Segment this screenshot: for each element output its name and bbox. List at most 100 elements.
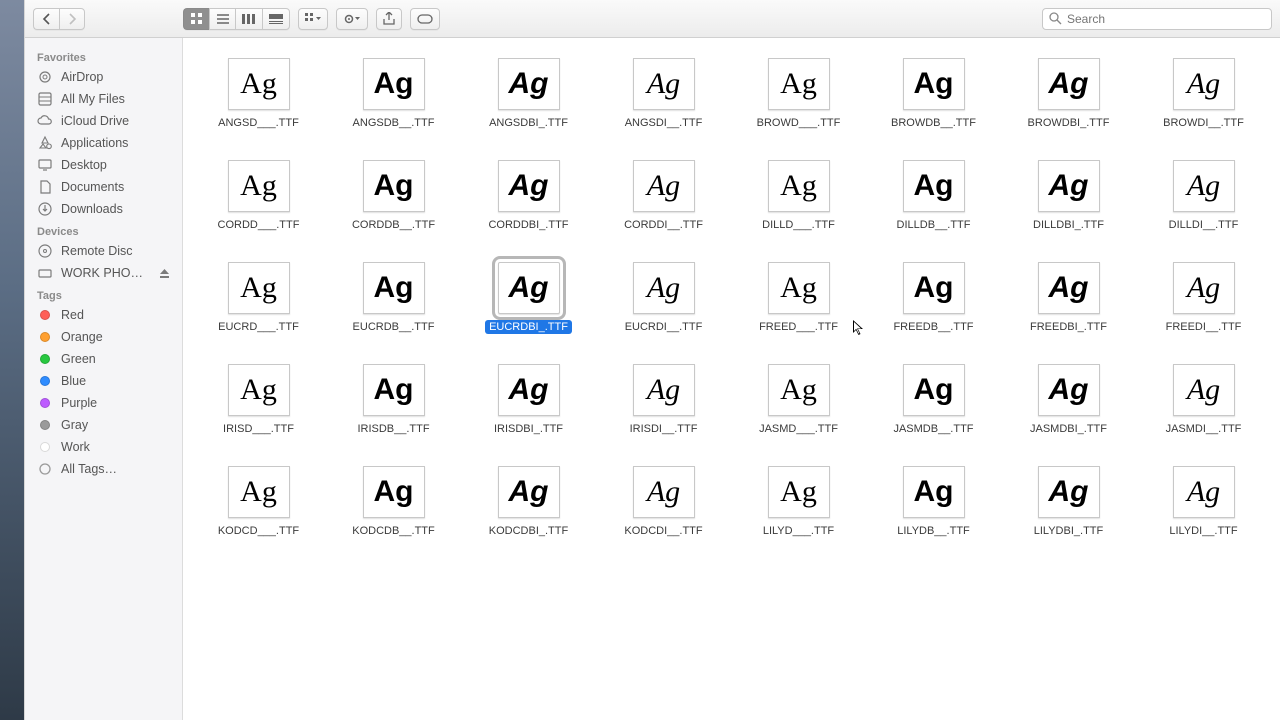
file-name: JASMDBI_.TTF	[1026, 422, 1111, 436]
sidebar-item-work-pho-[interactable]: WORK PHO…	[25, 262, 182, 284]
file-item[interactable]: AgJASMDBI_.TTF	[1001, 364, 1136, 436]
file-item[interactable]: AgBROWDB__.TTF	[866, 58, 1001, 130]
file-item[interactable]: AgLILYDBI_.TTF	[1001, 466, 1136, 538]
list-view-button[interactable]	[209, 8, 235, 30]
file-item[interactable]: AgFREEDI__.TTF	[1136, 262, 1271, 334]
file-item[interactable]: AgANGSDB__.TTF	[326, 58, 461, 130]
sidebar-item-blue[interactable]: Blue	[25, 370, 182, 392]
file-item[interactable]: Ag EUCRDBI_.TTF	[461, 262, 596, 334]
column-view-button[interactable]	[235, 8, 262, 30]
file-item[interactable]: AgDILLDBI_.TTF	[1001, 160, 1136, 232]
file-item[interactable]: AgANGSD___.TTF	[191, 58, 326, 130]
share-button[interactable]	[376, 8, 402, 30]
sidebar-item-label: Blue	[61, 374, 86, 388]
file-item[interactable]: AgCORDDBI_.TTF	[461, 160, 596, 232]
font-thumbnail: Ag	[768, 364, 830, 416]
file-item[interactable]: AgDILLDI__.TTF	[1136, 160, 1271, 232]
file-item[interactable]: AgDILLDB__.TTF	[866, 160, 1001, 232]
ag-glyph-icon: Ag	[240, 273, 277, 303]
cloud-icon	[37, 113, 53, 129]
sidebar-item-documents[interactable]: Documents	[25, 176, 182, 198]
eject-icon[interactable]	[159, 268, 170, 279]
ag-glyph-icon: Ag	[1187, 171, 1220, 201]
sidebar-item-all-tags-[interactable]: All Tags…	[25, 458, 182, 480]
file-item[interactable]: AgLILYD___.TTF	[731, 466, 866, 538]
icon-view-button[interactable]	[183, 8, 209, 30]
sidebar-item-downloads[interactable]: Downloads	[25, 198, 182, 220]
file-item[interactable]: AgCORDDI__.TTF	[596, 160, 731, 232]
file-item[interactable]: AgJASMDB__.TTF	[866, 364, 1001, 436]
file-item[interactable]: AgCORDD___.TTF	[191, 160, 326, 232]
ag-glyph-icon: Ag	[1049, 171, 1089, 201]
file-item[interactable]: AgFREEDB__.TTF	[866, 262, 1001, 334]
ag-glyph-icon: Ag	[374, 69, 414, 99]
file-item[interactable]: AgEUCRDI__.TTF	[596, 262, 731, 334]
font-thumbnail: Ag	[768, 262, 830, 314]
file-item[interactable]: AgIRISDBI_.TTF	[461, 364, 596, 436]
file-item[interactable]: AgFREEDBI_.TTF	[1001, 262, 1136, 334]
sidebar-item-desktop[interactable]: Desktop	[25, 154, 182, 176]
file-name: KODCDBI_.TTF	[485, 524, 572, 538]
file-name: FREEDBI_.TTF	[1026, 320, 1111, 334]
sidebar-item-red[interactable]: Red	[25, 304, 182, 326]
file-name: EUCRDI__.TTF	[621, 320, 707, 334]
sidebar-item-green[interactable]: Green	[25, 348, 182, 370]
file-grid-container[interactable]: AgANGSD___.TTFAgANGSDB__.TTFAgANGSDBI_.T…	[183, 38, 1280, 720]
file-item[interactable]: AgEUCRD___.TTF	[191, 262, 326, 334]
file-item[interactable]: AgBROWD___.TTF	[731, 58, 866, 130]
file-name: IRISDI__.TTF	[626, 422, 702, 436]
ag-glyph-icon: Ag	[780, 69, 817, 99]
file-item[interactable]: AgJASMD___.TTF	[731, 364, 866, 436]
file-name: ANGSDBI_.TTF	[485, 116, 572, 130]
file-item[interactable]: AgANGSDBI_.TTF	[461, 58, 596, 130]
file-item[interactable]: AgCORDDB__.TTF	[326, 160, 461, 232]
ag-glyph-icon: Ag	[509, 273, 549, 303]
tags-button[interactable]	[410, 8, 440, 30]
forward-button[interactable]	[59, 8, 85, 30]
file-item[interactable]: AgKODCDBI_.TTF	[461, 466, 596, 538]
file-item[interactable]: AgDILLD___.TTF	[731, 160, 866, 232]
file-name: LILYDB__.TTF	[893, 524, 974, 538]
file-item[interactable]: AgKODCDI__.TTF	[596, 466, 731, 538]
file-name: IRISD___.TTF	[219, 422, 298, 436]
file-name: DILLDB__.TTF	[893, 218, 975, 232]
arrange-button[interactable]	[298, 8, 328, 30]
sidebar-item-all-my-files[interactable]: All My Files	[25, 88, 182, 110]
sidebar-item-gray[interactable]: Gray	[25, 414, 182, 436]
file-name: EUCRDBI_.TTF	[485, 320, 572, 334]
file-item[interactable]: AgANGSDI__.TTF	[596, 58, 731, 130]
file-item[interactable]: AgKODCD___.TTF	[191, 466, 326, 538]
sidebar-item-work[interactable]: Work	[25, 436, 182, 458]
file-item[interactable]: Ag IRISD___.TTF	[191, 364, 326, 436]
file-item[interactable]: AgIRISDB__.TTF	[326, 364, 461, 436]
sidebar-item-remote-disc[interactable]: Remote Disc	[25, 240, 182, 262]
file-item[interactable]: Ag IRISDI__.TTF	[596, 364, 731, 436]
sidebar-item-label: All My Files	[61, 92, 125, 106]
sidebar-item-icloud-drive[interactable]: iCloud Drive	[25, 110, 182, 132]
font-thumbnail: Ag	[1173, 466, 1235, 518]
file-item[interactable]: AgEUCRDB__.TTF	[326, 262, 461, 334]
search-field[interactable]	[1042, 8, 1272, 30]
file-item[interactable]: AgFREED___.TTF	[731, 262, 866, 334]
ag-glyph-icon: Ag	[647, 171, 680, 201]
file-item[interactable]: AgLILYDB__.TTF	[866, 466, 1001, 538]
file-item[interactable]: AgBROWDI__.TTF	[1136, 58, 1271, 130]
tag-dot-icon	[37, 329, 53, 345]
search-input[interactable]	[1042, 8, 1272, 30]
sidebar-item-applications[interactable]: Applications	[25, 132, 182, 154]
font-thumbnail: Ag	[633, 364, 695, 416]
file-item[interactable]: AgBROWDBI_.TTF	[1001, 58, 1136, 130]
documents-icon	[37, 179, 53, 195]
file-item[interactable]: AgKODCDB__.TTF	[326, 466, 461, 538]
file-item[interactable]: AgJASMDI__.TTF	[1136, 364, 1271, 436]
action-button[interactable]	[336, 8, 368, 30]
font-thumbnail: Ag	[228, 364, 290, 416]
back-button[interactable]	[33, 8, 59, 30]
search-icon	[1049, 12, 1062, 25]
file-item[interactable]: AgLILYDI__.TTF	[1136, 466, 1271, 538]
ag-glyph-icon: Ag	[914, 69, 954, 99]
coverflow-view-button[interactable]	[262, 8, 290, 30]
sidebar-item-purple[interactable]: Purple	[25, 392, 182, 414]
sidebar-item-orange[interactable]: Orange	[25, 326, 182, 348]
sidebar-item-airdrop[interactable]: AirDrop	[25, 66, 182, 88]
